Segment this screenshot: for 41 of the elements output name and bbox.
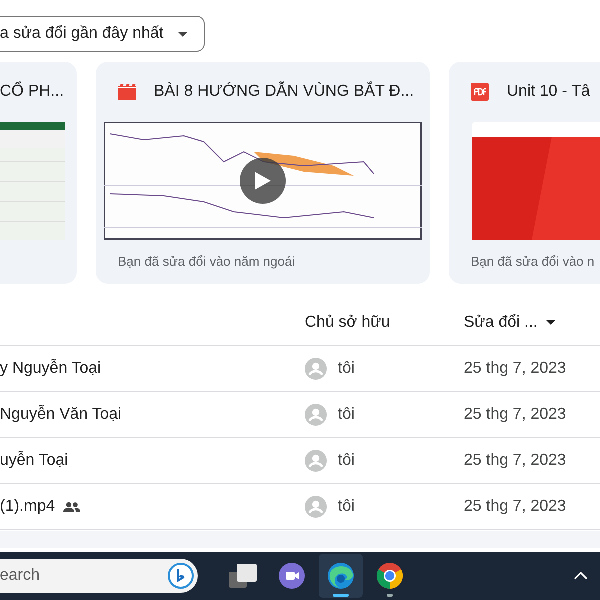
search-input[interactable]: earch <box>0 567 120 585</box>
file-card[interactable]: Unit 10 - Tâ Bạn đã sửa đổi vào n <box>449 62 600 284</box>
caret-icon <box>178 32 188 36</box>
file-name[interactable]: uyễn Toại <box>0 452 68 470</box>
sort-dropdown[interactable]: a sửa đổi gần đây nhất <box>0 16 205 52</box>
file-name[interactable]: (1).mp4 <box>0 498 56 516</box>
file-card[interactable]: BÀI 8 HƯỚNG DẪN VÙNG BẮT Đ... Bạn đã sửa đổi vào năm ngoái <box>96 62 430 284</box>
modified-date: 25 thg 7, 2023 <box>464 498 568 516</box>
chevron-up-icon[interactable] <box>574 572 588 580</box>
taskbar-app-button[interactable] <box>319 554 363 598</box>
modified-date: 25 thg 7, 2023 <box>464 406 568 424</box>
modified-date: 25 thg 7, 2023 <box>464 452 568 470</box>
file-name[interactable]: Nguyễn Văn Toại <box>0 406 122 424</box>
owner-name: tôi <box>338 406 355 424</box>
avatar-icon <box>305 358 327 380</box>
play-icon <box>255 172 271 190</box>
file-title: BÀI 8 HƯỚNG DẪN VÙNG BẮT Đ... <box>154 83 414 101</box>
task-view-icon <box>229 564 257 588</box>
file-card[interactable]: CỔ PH... <box>0 62 77 284</box>
video-clapper-icon <box>118 84 136 100</box>
owner-name: tôi <box>338 452 355 470</box>
owner-column-header[interactable]: Chủ sở hữu <box>305 314 464 332</box>
edge-icon <box>327 562 355 590</box>
file-title: CỔ PH... <box>0 83 64 101</box>
video-camera-icon <box>279 563 305 589</box>
modified-caption: Bạn đã sửa đổi vào năm ngoái <box>117 253 296 269</box>
bing-icon <box>168 563 194 589</box>
modified-column-header[interactable]: Sửa đổi ... <box>464 314 600 332</box>
file-name[interactable]: y Nguyễn Toại <box>0 360 102 378</box>
pdf-file-icon <box>471 83 489 101</box>
modified-date: 25 thg 7, 2023 <box>464 360 568 378</box>
chrome-icon <box>376 562 404 590</box>
avatar-icon <box>305 496 327 518</box>
taskbar-search-field[interactable]: earch <box>0 559 198 593</box>
owner-name: tôi <box>338 360 355 378</box>
avatar-icon <box>305 404 327 426</box>
modified-caption: Bạn đã sửa đổi vào n <box>470 253 596 269</box>
file-title: Unit 10 - Tâ <box>507 83 590 101</box>
sort-arrow-icon <box>546 320 556 325</box>
avatar-icon <box>305 450 327 472</box>
owner-name: tôi <box>338 498 355 516</box>
